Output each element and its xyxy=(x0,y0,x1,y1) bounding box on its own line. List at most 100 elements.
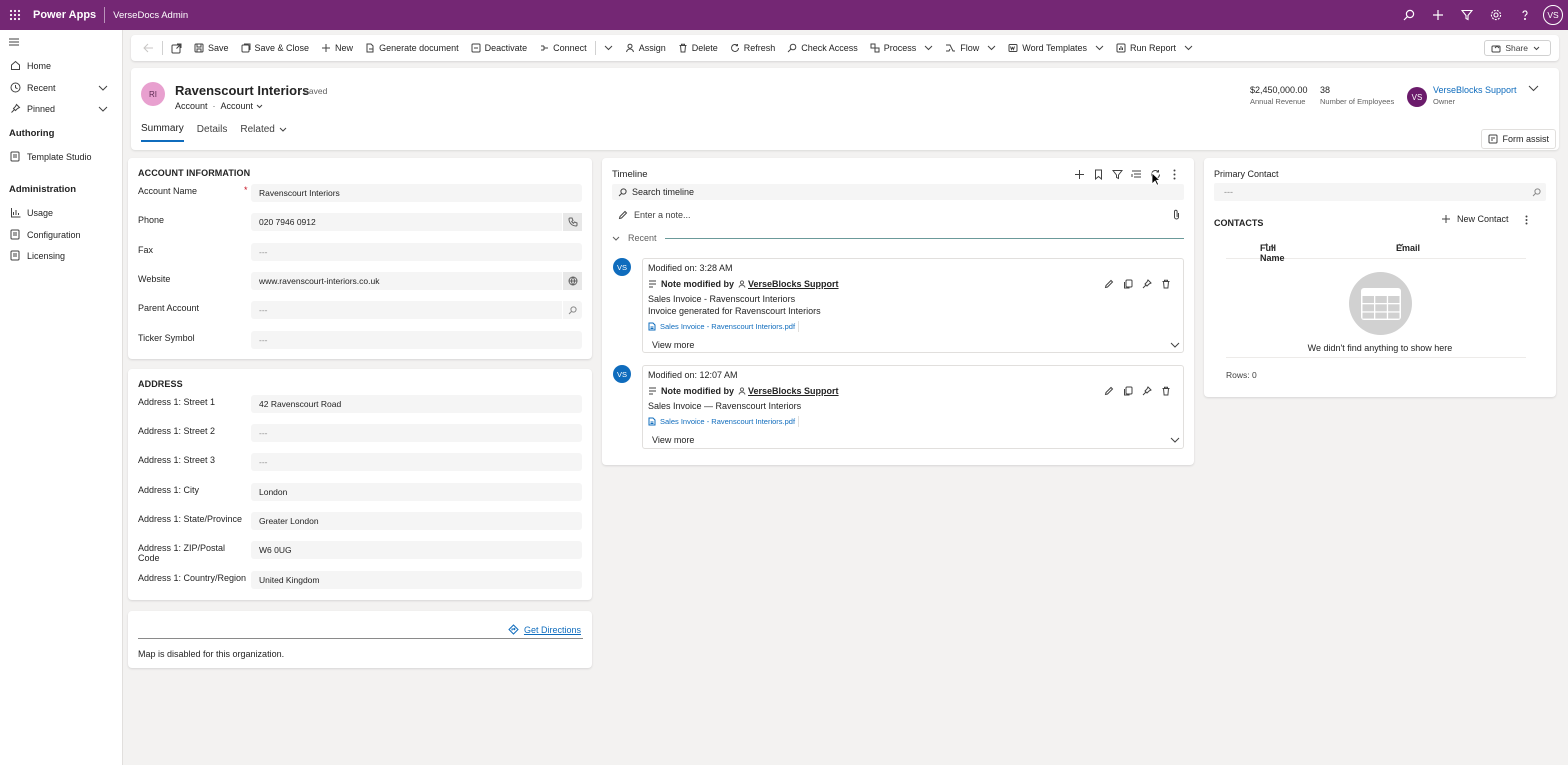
settings-gear-icon[interactable] xyxy=(1481,0,1510,30)
chevron-down-icon[interactable] xyxy=(256,104,263,109)
word-templates-button[interactable]: Word Templates xyxy=(1002,35,1110,61)
zip-input[interactable]: W6 0UG xyxy=(251,541,582,559)
hamburger-menu-icon[interactable] xyxy=(8,38,20,46)
new-label: New xyxy=(335,43,354,53)
new-contact-button[interactable]: New Contact xyxy=(1441,214,1509,224)
process-icon xyxy=(870,43,880,53)
filter-icon[interactable] xyxy=(1452,0,1481,30)
sidebar-item-usage[interactable]: Usage xyxy=(0,202,123,223)
more-options-icon[interactable] xyxy=(1165,166,1184,182)
timeline-search-input[interactable]: Search timeline xyxy=(612,184,1184,200)
ticker-symbol-input[interactable]: --- xyxy=(251,331,582,349)
user-link[interactable]: VerseBlocks Support xyxy=(738,279,839,289)
trash-icon[interactable] xyxy=(1156,384,1175,398)
filter-icon[interactable] xyxy=(1108,166,1127,182)
tab-related[interactable]: Related xyxy=(240,123,287,142)
primary-contact-lookup[interactable]: --- xyxy=(1214,183,1546,201)
new-button[interactable]: New xyxy=(315,35,359,61)
save-and-close-button[interactable]: Save & Close xyxy=(235,35,316,61)
expand-header-chevron-icon[interactable] xyxy=(1528,85,1539,92)
copy-icon[interactable] xyxy=(1118,277,1137,291)
owner-link[interactable]: VerseBlocks Support xyxy=(1433,85,1517,95)
sidebar-item-home[interactable]: Home xyxy=(0,55,123,76)
tab-summary[interactable]: Summary xyxy=(141,123,184,142)
timeline-entry[interactable]: Modified on: 3:28 AM Note modified by Ve… xyxy=(642,258,1184,353)
add-icon[interactable] xyxy=(1423,0,1452,30)
search-icon[interactable] xyxy=(562,301,582,319)
view-more-button[interactable]: View more xyxy=(648,431,1180,449)
attachment-icon[interactable] xyxy=(1173,209,1180,220)
connect-button[interactable]: Connect xyxy=(533,35,593,61)
sidebar-item-configuration[interactable]: Configuration xyxy=(0,224,123,245)
edit-pencil-icon[interactable] xyxy=(1099,384,1118,398)
flow-button[interactable]: Flow xyxy=(939,35,1002,61)
phone-input[interactable]: 020 7946 0912 xyxy=(251,213,582,231)
generate-document-button[interactable]: Generate document xyxy=(359,35,465,61)
street3-input[interactable]: --- xyxy=(251,453,582,471)
website-input[interactable]: www.ravenscourt-interiors.co.uk xyxy=(251,272,582,290)
street2-input[interactable]: --- xyxy=(251,424,582,442)
chevron-down-icon[interactable] xyxy=(97,106,109,112)
bookmark-icon[interactable] xyxy=(1089,166,1108,182)
sidebar-item-recent[interactable]: Recent xyxy=(0,77,123,98)
attachment-link[interactable]: Sales Invoice - Ravenscourt Interiors.pd… xyxy=(648,416,800,427)
search-icon[interactable] xyxy=(1532,187,1541,197)
account-name-input[interactable]: Ravenscourt Interiors xyxy=(251,184,582,202)
get-directions-link[interactable]: Get Directions xyxy=(508,624,581,635)
process-button[interactable]: Process xyxy=(864,35,940,61)
refresh-button[interactable]: Refresh xyxy=(724,35,782,61)
app-launcher-icon[interactable] xyxy=(0,0,30,30)
file-icon xyxy=(648,322,656,331)
delete-button[interactable]: Delete xyxy=(672,35,724,61)
globe-icon[interactable] xyxy=(562,272,582,290)
form-assist-button[interactable]: Form assist xyxy=(1481,129,1556,149)
street1-input[interactable]: 42 Ravenscourt Road xyxy=(251,395,582,413)
sidebar-item-licensing[interactable]: Licensing xyxy=(0,245,123,266)
search-icon[interactable] xyxy=(1394,0,1423,30)
pin-icon[interactable] xyxy=(1137,277,1156,291)
form-selector[interactable]: Account xyxy=(221,101,254,111)
assign-button[interactable]: Assign xyxy=(619,35,672,61)
parent-account-lookup[interactable]: --- xyxy=(251,301,582,319)
recent-group-header[interactable]: Recent xyxy=(612,233,1184,243)
edit-pencil-icon[interactable] xyxy=(1099,277,1118,291)
note-input[interactable]: Enter a note... xyxy=(612,206,1184,224)
search-icon xyxy=(618,187,627,197)
app-title[interactable]: Power Apps xyxy=(33,9,96,21)
add-icon[interactable] xyxy=(1070,166,1089,182)
sidebar-item-template-studio[interactable]: Template Studio xyxy=(0,146,123,167)
share-button[interactable]: Share xyxy=(1484,40,1551,56)
user-avatar[interactable]: VS xyxy=(1543,5,1563,25)
website-row: Website www.ravenscourt-interiors.co.uk xyxy=(138,272,583,292)
kpi-employees: 38 Number of Employees xyxy=(1320,85,1394,106)
phone-call-icon[interactable] xyxy=(562,213,582,231)
list-icon[interactable] xyxy=(1127,166,1146,182)
chevron-down-icon xyxy=(604,45,613,51)
run-report-button[interactable]: Run Report xyxy=(1110,35,1199,61)
chevron-down-icon[interactable] xyxy=(97,85,109,91)
attachment-link[interactable]: Sales Invoice - Ravenscourt Interiors.pd… xyxy=(648,321,800,332)
back-button[interactable] xyxy=(137,35,160,61)
view-more-button[interactable]: View more xyxy=(648,336,1180,354)
copy-icon[interactable] xyxy=(1118,384,1137,398)
trash-icon[interactable] xyxy=(1156,277,1175,291)
environment-name[interactable]: VerseDocs Admin xyxy=(113,10,188,21)
timeline-entry[interactable]: Modified on: 12:07 AM Note modified by V… xyxy=(642,365,1184,449)
country-input[interactable]: United Kingdom xyxy=(251,571,582,589)
open-in-new-window-button[interactable] xyxy=(165,35,188,61)
more-options-icon[interactable] xyxy=(1525,215,1528,225)
fax-input[interactable]: --- xyxy=(251,243,582,261)
user-link[interactable]: VerseBlocks Support xyxy=(738,386,839,396)
pin-icon[interactable] xyxy=(1137,384,1156,398)
more-connect-dropdown[interactable] xyxy=(598,35,619,61)
check-access-button[interactable]: Check Access xyxy=(781,35,864,61)
state-input[interactable]: Greater London xyxy=(251,512,582,530)
tab-details[interactable]: Details xyxy=(197,123,228,142)
sidebar-item-pinned[interactable]: Pinned xyxy=(0,98,123,119)
save-button[interactable]: Save xyxy=(188,35,235,61)
account-name-row: Account Name * Ravenscourt Interiors xyxy=(138,184,583,204)
city-input[interactable]: London xyxy=(251,483,582,501)
deactivate-button[interactable]: Deactivate xyxy=(465,35,534,61)
help-icon[interactable] xyxy=(1510,0,1539,30)
map-section: Get Directions Map is disabled for this … xyxy=(128,611,592,668)
